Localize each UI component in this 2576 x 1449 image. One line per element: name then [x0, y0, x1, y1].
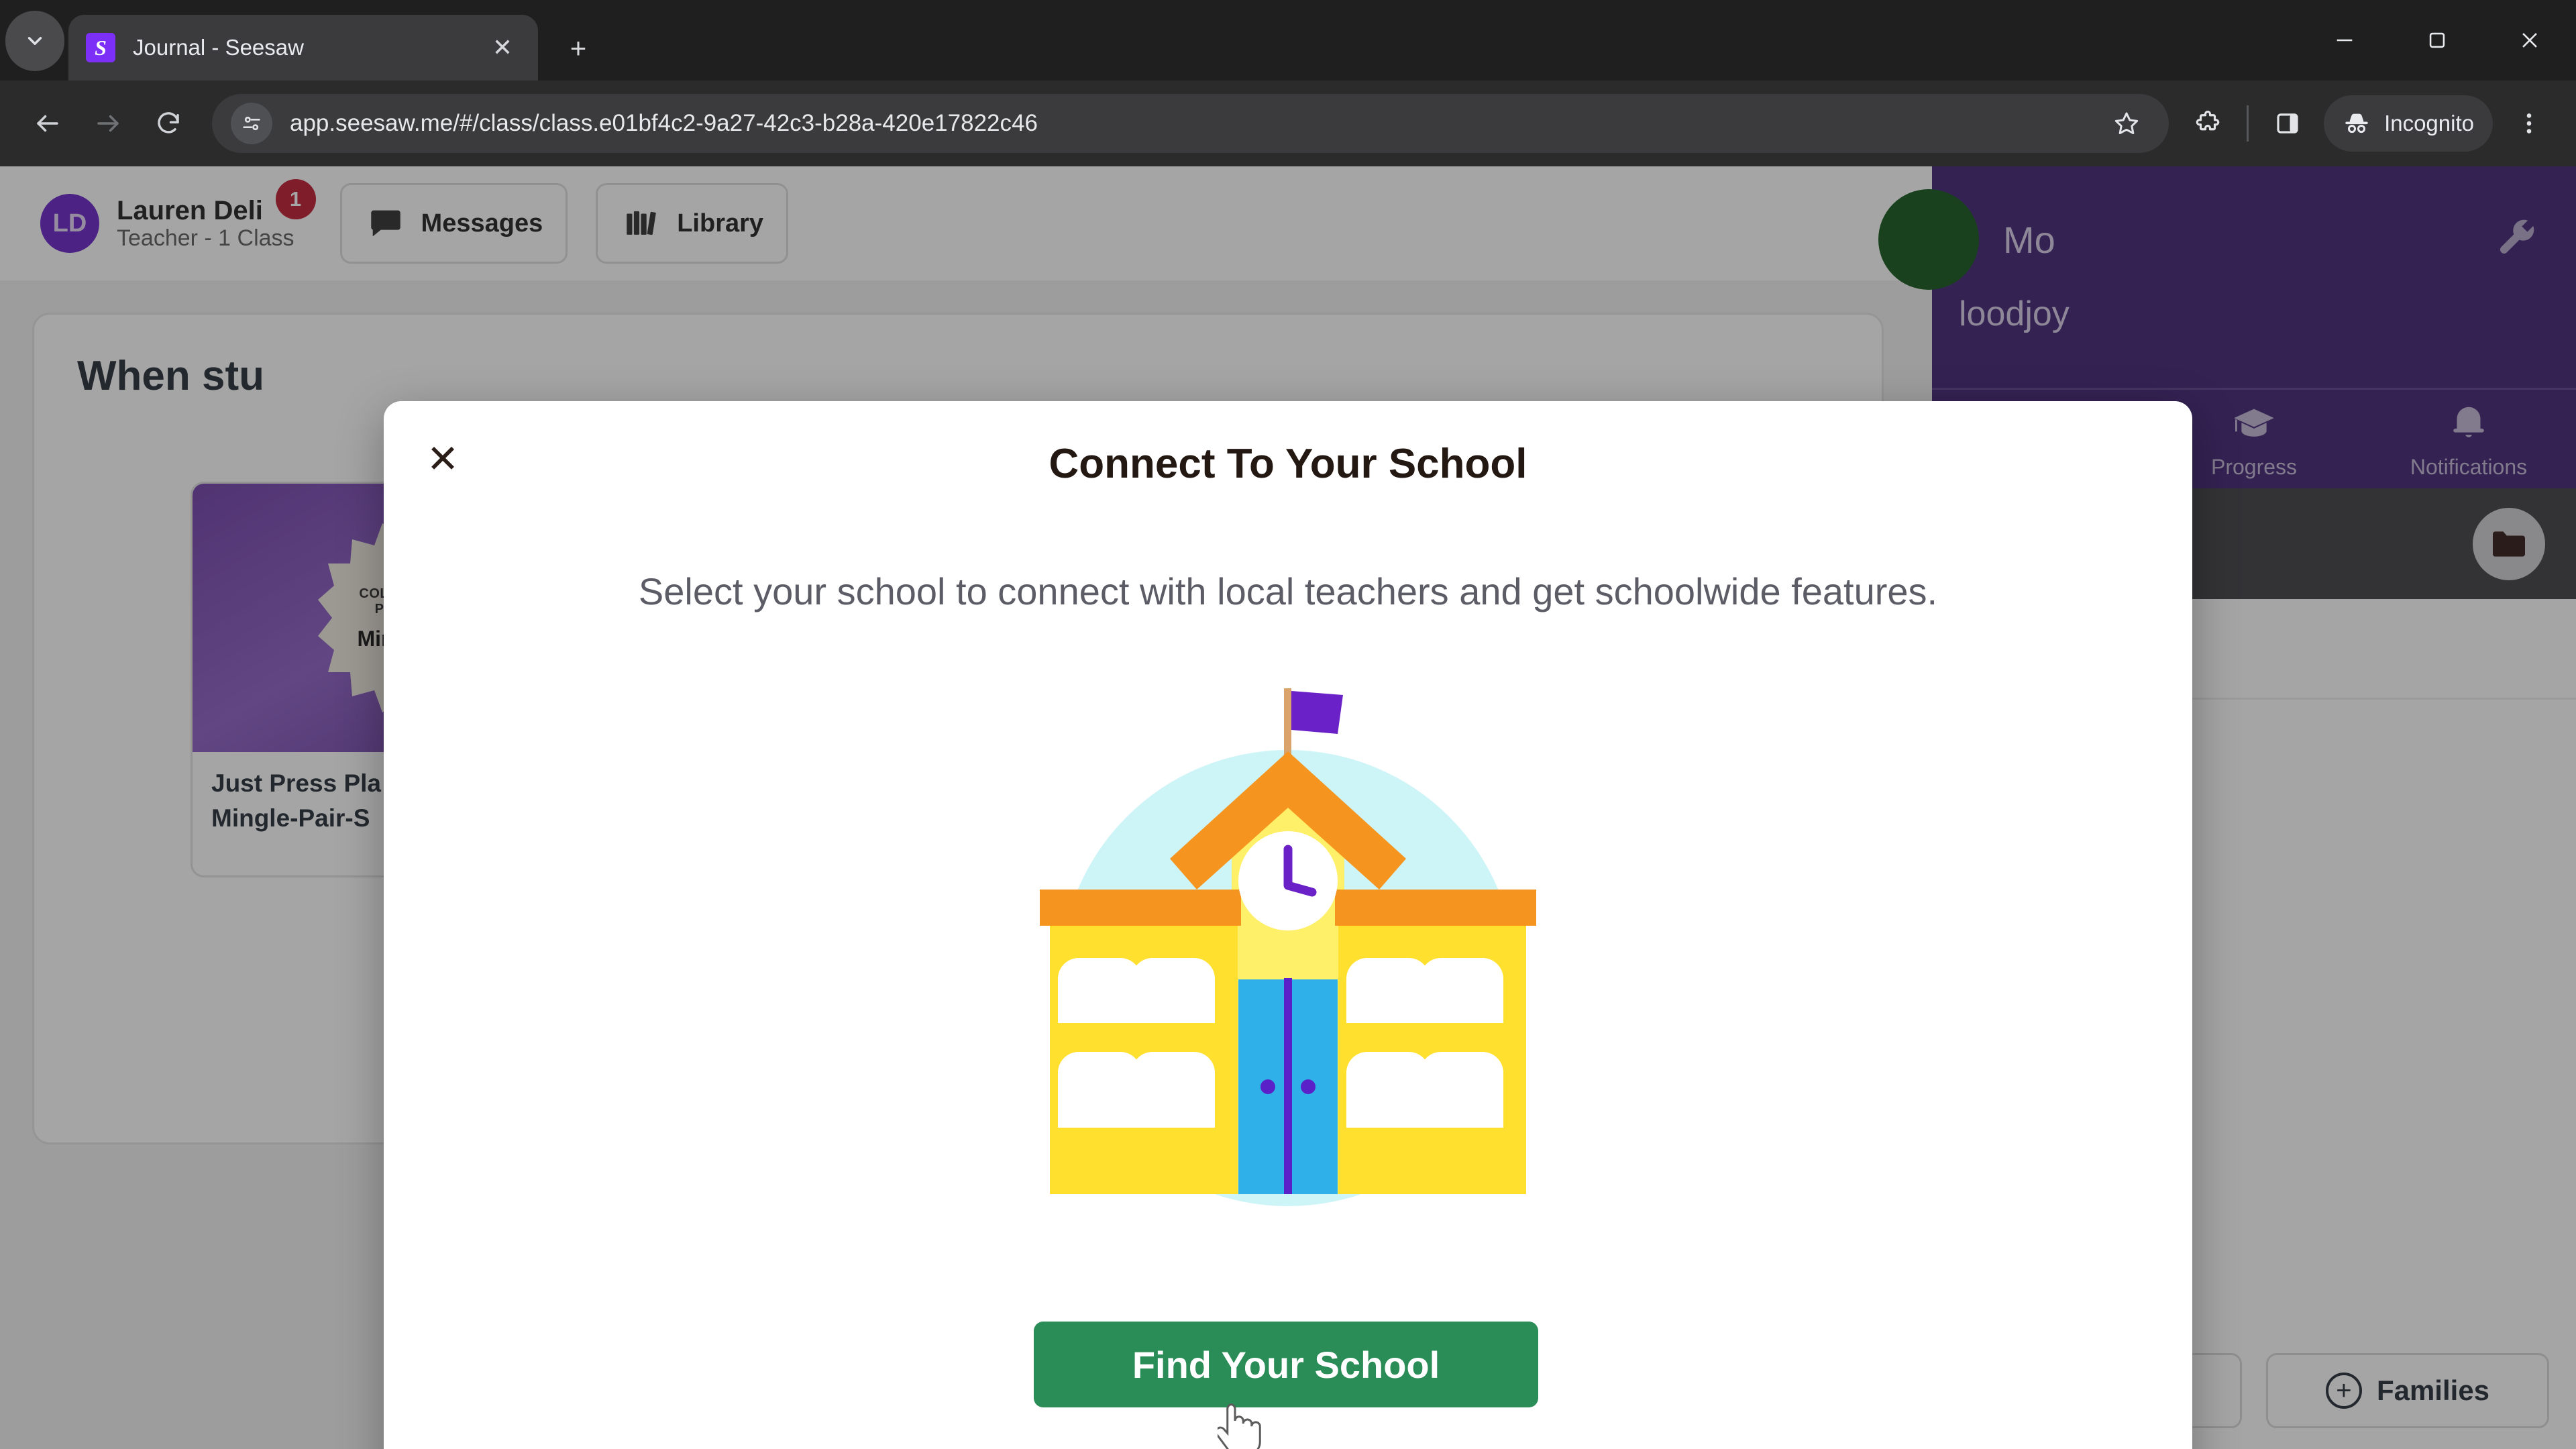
window-controls [2298, 0, 2576, 80]
back-arrow-icon[interactable] [17, 93, 78, 154]
forward-arrow-icon[interactable] [78, 93, 138, 154]
modal-title: Connect To Your School [1049, 441, 1527, 487]
page-viewport: LD Lauren Deli Teacher - 1 Class 1 Messa… [0, 166, 2576, 1449]
minimize-icon[interactable] [2298, 0, 2391, 80]
browser-tab[interactable]: S Journal - Seesaw ✕ [68, 15, 538, 80]
reload-icon[interactable] [138, 93, 199, 154]
maximize-icon[interactable] [2391, 0, 2483, 80]
extensions-puzzle-icon[interactable] [2178, 94, 2237, 153]
close-window-icon[interactable] [2483, 0, 2576, 80]
tab-title: Journal - Seesaw [133, 35, 304, 60]
modal-subtitle: Select your school to connect with local… [638, 570, 1938, 612]
close-icon[interactable]: ✕ [484, 30, 521, 66]
seesaw-logo-icon: S [86, 33, 115, 62]
tab-search-button[interactable] [5, 11, 64, 71]
incognito-label: Incognito [2384, 111, 2474, 136]
incognito-hat-icon [2345, 113, 2368, 133]
find-your-school-button[interactable]: Find Your School [1034, 1322, 1538, 1407]
toolbar-divider [2247, 105, 2249, 142]
side-panel-icon[interactable] [2258, 94, 2317, 153]
address-bar[interactable]: app.seesaw.me/#/class/class.e01bf4c2-9a2… [212, 94, 2169, 153]
new-tab-button[interactable]: + [557, 27, 600, 70]
pointer-hand-cursor [1215, 1402, 1265, 1449]
tab-strip: S Journal - Seesaw ✕ + [0, 0, 2576, 80]
browser-toolbar: app.seesaw.me/#/class/class.e01bf4c2-9a2… [0, 80, 2576, 166]
site-settings-icon[interactable] [231, 103, 272, 144]
three-dot-menu-icon[interactable] [2500, 94, 2559, 153]
browser-window: S Journal - Seesaw ✕ + app.seesaw.me/#/c… [0, 0, 2576, 1449]
find-your-school-label: Find Your School [1132, 1343, 1440, 1386]
star-icon[interactable] [2103, 100, 2150, 147]
schoolhouse-illustration [1000, 676, 1576, 1220]
url-text: app.seesaw.me/#/class/class.e01bf4c2-9a2… [290, 110, 1038, 136]
incognito-indicator[interactable]: Incognito [2324, 95, 2493, 152]
